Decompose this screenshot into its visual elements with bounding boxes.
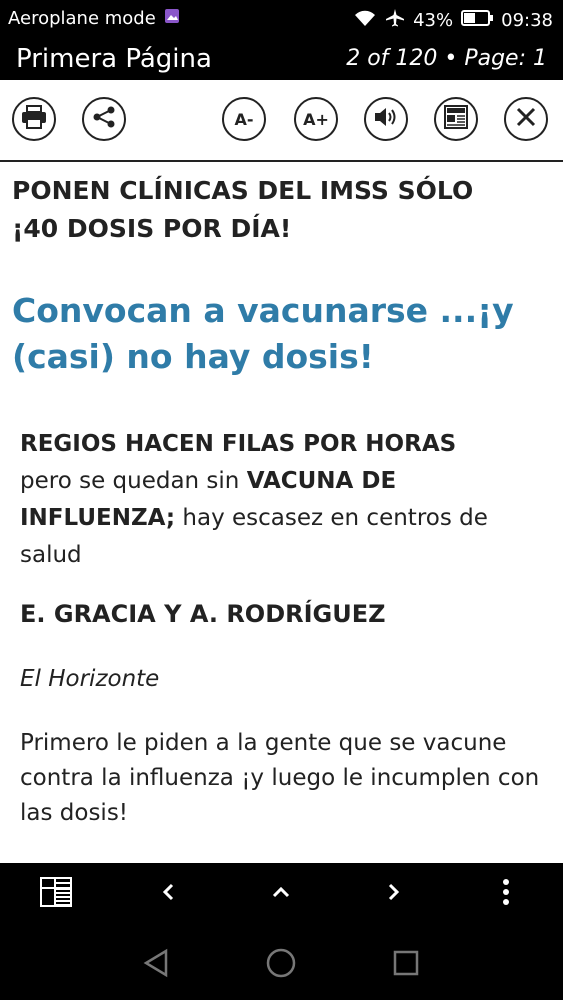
airplane-icon (385, 8, 405, 33)
chevron-right-icon (385, 882, 401, 906)
page-title: Primera Página (16, 44, 212, 74)
chevron-up-icon (271, 884, 291, 904)
font-increase-label: A+ (303, 109, 329, 129)
battery-icon (461, 9, 494, 32)
article-byline: E. GRACIA Y A. RODRÍGUEZ (20, 600, 386, 628)
system-nav-bar (0, 925, 563, 1000)
article-content: PONEN CLÍNICAS DEL IMSS SÓLO ¡40 DOSIS P… (0, 160, 563, 863)
recents-square-icon (392, 949, 420, 981)
summary-text-1: pero se quedan sin (20, 468, 240, 494)
speaker-icon (373, 105, 399, 133)
bottom-app-bar (0, 863, 563, 925)
more-vertical-icon (502, 878, 510, 910)
share-icon (92, 105, 116, 133)
headline-line-1: PONEN CLÍNICAS DEL IMSS SÓLO (12, 176, 474, 205)
article-headline: PONEN CLÍNICAS DEL IMSS SÓLO ¡40 DOSIS P… (12, 172, 552, 248)
next-page-button[interactable] (363, 863, 423, 925)
close-icon (515, 106, 537, 132)
article-source: El Horizonte (20, 666, 160, 692)
subhead-line-2: (casi) no hay dosis! (12, 337, 374, 376)
summary-bold-1: REGIOS HACEN FILAS POR HORAS (20, 431, 457, 457)
newspaper-icon (443, 104, 469, 134)
scroll-top-button[interactable] (251, 863, 311, 925)
subhead-line-1: Convocan a vacunarse ...¡y (12, 291, 514, 330)
home-nav-button[interactable] (256, 940, 306, 990)
close-button[interactable] (504, 97, 548, 141)
font-increase-button[interactable]: A+ (294, 97, 338, 141)
newspaper-thumbnail-icon (39, 876, 73, 912)
article-subhead: Convocan a vacunarse ...¡y (casi) no hay… (12, 288, 552, 380)
status-bar: Aeroplane mode 43% 09:38 (0, 0, 563, 38)
reader-toolbar: A- A+ (0, 80, 563, 162)
font-decrease-button[interactable]: A- (222, 97, 266, 141)
mode-label: Aeroplane mode (8, 8, 156, 29)
wifi-icon (353, 9, 377, 32)
back-nav-button[interactable] (131, 940, 181, 990)
chevron-left-icon (161, 882, 177, 906)
gallery-icon (164, 8, 180, 29)
print-button[interactable] (12, 97, 56, 141)
article-summary: REGIOS HACEN FILAS POR HORAS pero se que… (20, 426, 550, 574)
read-aloud-button[interactable] (364, 97, 408, 141)
printer-icon (21, 105, 47, 133)
back-triangle-icon (142, 948, 170, 982)
page-indicator: 2 of 120 • Page: 1 (346, 46, 547, 71)
more-options-button[interactable] (476, 863, 536, 925)
newspaper-view-button[interactable] (434, 97, 478, 141)
share-button[interactable] (82, 97, 126, 141)
article-body: Primero le piden a la gente que se vacun… (20, 730, 540, 826)
font-decrease-label: A- (234, 109, 254, 129)
recents-nav-button[interactable] (381, 940, 431, 990)
page-thumbnail-button[interactable] (26, 863, 86, 925)
clock: 09:38 (501, 10, 553, 31)
home-circle-icon (265, 947, 297, 983)
title-bar: Primera Página 2 of 120 • Page: 1 (0, 38, 563, 80)
previous-page-button[interactable] (139, 863, 199, 925)
headline-line-2: ¡40 DOSIS POR DÍA! (12, 214, 292, 243)
battery-percent: 43% (413, 10, 454, 31)
